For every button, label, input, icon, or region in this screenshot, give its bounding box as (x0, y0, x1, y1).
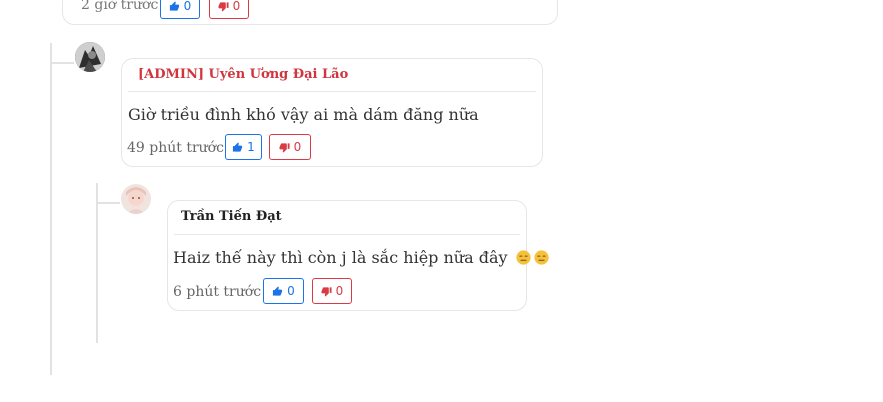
comment-card: Trần Tiến Đạt Haiz thế này thì còn j là … (167, 200, 549, 311)
like-button[interactable]: 1 (225, 134, 262, 160)
thumbs-down-icon (218, 1, 229, 12)
thread-line-nested (96, 183, 98, 343)
dislike-button[interactable]: 0 (269, 134, 311, 160)
comment-divider (128, 91, 536, 92)
comment-author[interactable]: [ADMIN] Uyên Ương Đại Lão (138, 67, 348, 82)
comment-card: [ADMIN] Uyên Ương Đại Lão Giờ triều đình… (121, 58, 543, 167)
avatar[interactable] (75, 42, 105, 72)
thumbs-up-icon (233, 141, 243, 152)
avatar[interactable] (121, 184, 151, 214)
expressionless-face-emoji (534, 250, 549, 265)
thread-connector-root (50, 62, 74, 64)
comment-time: 2 giờ trước (81, 0, 159, 13)
avatar-image (121, 184, 151, 214)
dislike-count: 0 (293, 140, 302, 154)
like-count: 1 (247, 140, 255, 154)
expressionless-face-emoji (516, 250, 531, 265)
comment-content: Haiz thế này thì còn j là sắc hiệp nữa đ… (173, 248, 508, 267)
thumbs-up-icon (273, 285, 283, 296)
thumbs-up-icon (169, 0, 179, 11)
comment-card-previous: 2 giờ trước 0 0 (62, 0, 558, 25)
comment-divider (174, 234, 520, 235)
thumbs-down-icon (279, 142, 290, 153)
like-button[interactable]: 0 (160, 0, 200, 19)
like-button[interactable]: 0 (263, 278, 304, 304)
avatar-image (75, 42, 105, 72)
dislike-count: 0 (335, 284, 344, 298)
like-count: 0 (183, 0, 192, 13)
thread-connector-nested (96, 202, 120, 204)
thread-line-root (50, 43, 52, 375)
comment-content: Giờ triều đình khó vậy ai mà dám đăng nữ… (128, 105, 479, 124)
dislike-button[interactable]: 0 (312, 278, 352, 304)
dislike-count: 0 (232, 0, 241, 13)
comment-author[interactable]: Trần Tiến Đạt (181, 209, 282, 224)
comment-time: 6 phút trước (173, 284, 262, 300)
comment-time: 49 phút trước (127, 140, 224, 156)
thumbs-down-icon (321, 286, 332, 297)
dislike-button[interactable]: 0 (209, 0, 249, 19)
comment-content-row: Haiz thế này thì còn j là sắc hiệp nữa đ… (173, 248, 549, 267)
like-count: 0 (287, 284, 295, 298)
